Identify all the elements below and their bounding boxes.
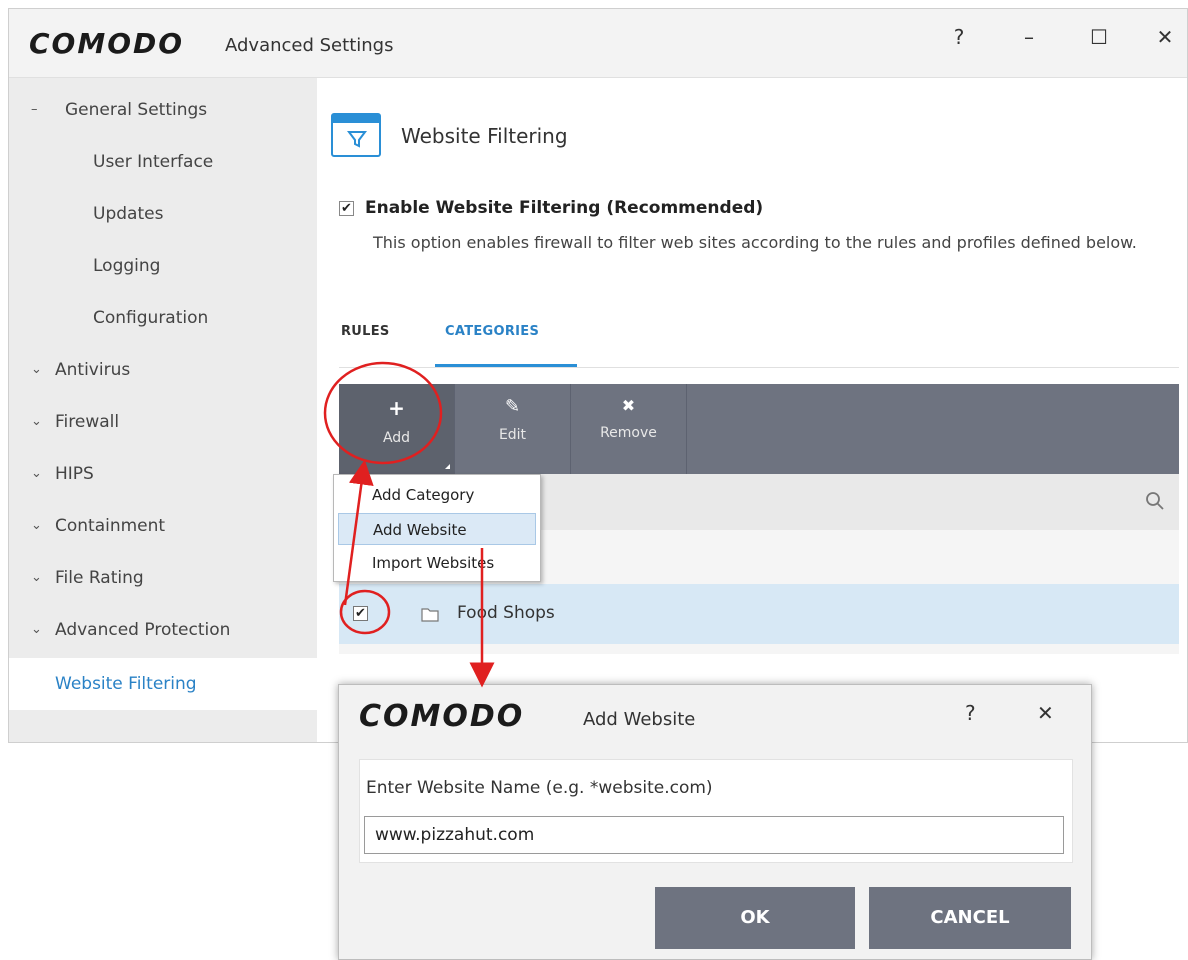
tab-rules[interactable]: RULES [341, 324, 390, 339]
add-website-dialog: COMODO Add Website ? ✕ Enter Website Nam… [338, 684, 1092, 960]
enable-filtering-checkbox[interactable]: ✔ [339, 201, 354, 216]
edit-button-label: Edit [498, 427, 527, 443]
menu-item-import-websites[interactable]: Import Websites [338, 547, 536, 579]
sidebar-item-label: User Interface [93, 152, 214, 172]
website-name-input[interactable] [364, 816, 1064, 854]
plus-icon: + [388, 396, 405, 420]
sidebar-item-label: Updates [93, 204, 164, 224]
website-filter-icon [331, 113, 381, 157]
tab-categories[interactable]: CATEGORIES [445, 324, 539, 339]
chevron-down-icon: ⌄ [31, 362, 42, 377]
add-dropdown-menu: Add Category Add Website Import Websites [333, 474, 541, 582]
website-form: Enter Website Name (e.g. *website.com) [359, 759, 1073, 863]
remove-button[interactable]: ✖ Remove [571, 384, 687, 474]
dialog-title: Add Website [583, 709, 696, 730]
cancel-button[interactable]: CANCEL [869, 887, 1071, 949]
pencil-icon: ✎ [504, 396, 521, 417]
search-icon[interactable] [1145, 491, 1165, 511]
menu-item-add-category[interactable]: Add Category [338, 479, 536, 511]
sidebar: – General Settings User Interface Update… [9, 78, 317, 742]
sidebar-item-label: Website Filtering [55, 674, 197, 694]
sidebar-item-antivirus[interactable]: ⌄ Antivirus [9, 344, 317, 396]
sidebar-item-label: Advanced Protection [55, 620, 231, 640]
remove-button-label: Remove [600, 425, 657, 441]
help-button[interactable]: ? [939, 21, 979, 53]
maximize-button[interactable]: ☐ [1079, 21, 1119, 53]
edit-button[interactable]: ✎ Edit [455, 384, 571, 474]
menu-item-add-website[interactable]: Add Website [338, 513, 536, 545]
sidebar-item-file-rating[interactable]: ⌄ File Rating [9, 552, 317, 604]
comodo-logo: COMODO [29, 27, 185, 60]
website-name-label: Enter Website Name (e.g. *website.com) [366, 778, 713, 798]
sidebar-item-label: General Settings [65, 100, 208, 120]
advanced-settings-window: COMODO Advanced Settings ? – ☐ ✕ – Gener… [8, 8, 1188, 743]
chevron-down-icon: ⌄ [31, 466, 42, 481]
window-title: Advanced Settings [225, 35, 394, 56]
sidebar-item-label: Containment [55, 516, 166, 536]
category-name: Food Shops [457, 603, 555, 623]
sidebar-item-user-interface[interactable]: User Interface [9, 136, 317, 188]
sidebar-item-advanced-protection[interactable]: ⌄ Advanced Protection [9, 604, 317, 656]
main-content: Website Filtering ✔ Enable Website Filte… [317, 78, 1187, 742]
row-checkbox[interactable]: ✔ [353, 606, 368, 621]
divider [339, 367, 1179, 368]
remove-icon: ✖ [621, 396, 636, 415]
chevron-down-icon: ⌄ [31, 518, 42, 533]
sidebar-item-configuration[interactable]: Configuration [9, 292, 317, 344]
dropdown-caret-icon [445, 464, 450, 469]
enable-filtering-description: This option enables firewall to filter w… [373, 233, 1137, 252]
sidebar-item-label: HIPS [55, 464, 94, 484]
sidebar-item-label: Configuration [93, 308, 209, 328]
chevron-down-icon: ⌄ [31, 570, 42, 585]
sidebar-item-website-filtering[interactable]: Website Filtering [9, 658, 317, 710]
add-button[interactable]: + Add [339, 384, 455, 474]
minimize-button[interactable]: – [1009, 21, 1049, 53]
folder-icon [421, 608, 439, 622]
chevron-down-icon: ⌄ [31, 622, 42, 637]
help-button[interactable]: ? [965, 701, 976, 725]
comodo-logo: COMODO [359, 699, 525, 734]
sidebar-item-label: Antivirus [55, 360, 131, 380]
sidebar-item-label: Logging [93, 256, 161, 276]
enable-filtering-label: Enable Website Filtering (Recommended) [365, 198, 764, 218]
sidebar-item-updates[interactable]: Updates [9, 188, 317, 240]
title-bar: COMODO Advanced Settings ? – ☐ ✕ [9, 9, 1187, 78]
collapse-icon: – [31, 102, 38, 117]
close-button[interactable]: ✕ [1037, 701, 1054, 725]
close-button[interactable]: ✕ [1145, 21, 1185, 53]
toolbar: + Add ✎ Edit ✖ Remove [339, 384, 1179, 474]
sidebar-item-containment[interactable]: ⌄ Containment [9, 500, 317, 552]
list-item[interactable]: ✔ Food Shops [339, 584, 1179, 644]
add-button-label: Add [382, 430, 411, 446]
sidebar-item-general-settings[interactable]: – General Settings [9, 84, 317, 136]
sidebar-item-hips[interactable]: ⌄ HIPS [9, 448, 317, 500]
sidebar-item-label: File Rating [55, 568, 144, 588]
sidebar-item-firewall[interactable]: ⌄ Firewall [9, 396, 317, 448]
sidebar-item-logging[interactable]: Logging [9, 240, 317, 292]
ok-button[interactable]: OK [655, 887, 855, 949]
sidebar-item-label: Firewall [55, 412, 120, 432]
chevron-down-icon: ⌄ [31, 414, 42, 429]
page-title: Website Filtering [401, 124, 568, 148]
